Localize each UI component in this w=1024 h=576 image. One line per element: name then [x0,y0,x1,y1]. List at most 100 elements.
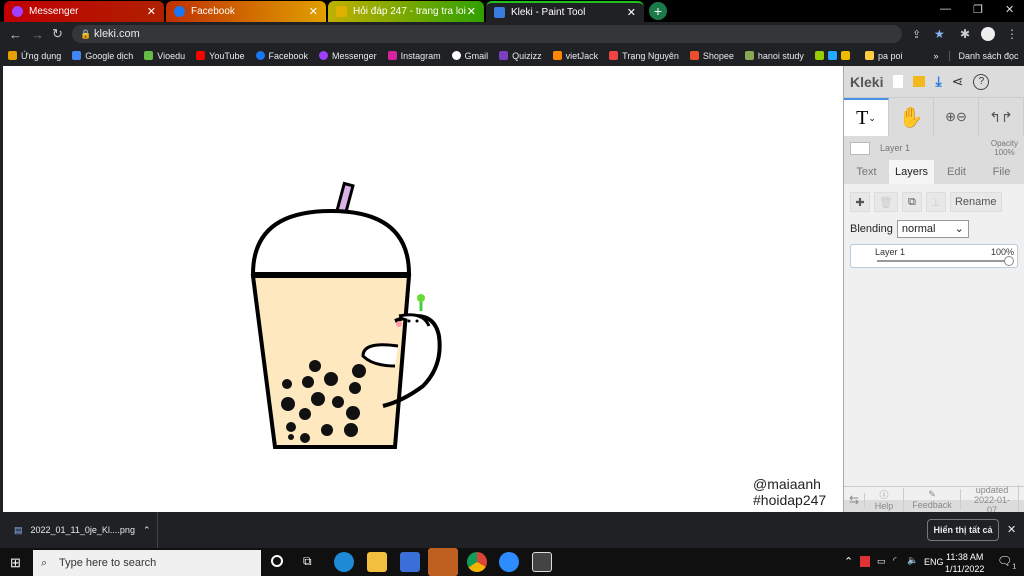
close-icon[interactable]: ✕ [627,6,636,19]
tab-title: Facebook [191,6,235,17]
bookmark[interactable]: vietJack [552,51,598,61]
tab-messenger[interactable]: Messenger ✕ [4,1,164,22]
menu-icon[interactable]: ⋮ [1006,27,1018,41]
new-tab-button[interactable]: + [649,2,667,20]
wifi-icon[interactable]: ◜ [893,555,897,566]
battery-icon[interactable]: ▭ [877,556,886,567]
open-folder-icon[interactable] [913,76,926,87]
bookmark-apps[interactable]: Ứng dụng [8,51,61,61]
delete-layer-button[interactable]: 🗑 [874,192,898,212]
download-item[interactable]: ▤ 2022_01_11_0je_Kl....png ⌃ [0,512,158,548]
bookmark[interactable]: Shopee [689,51,734,61]
tab-text[interactable]: Text [844,160,889,184]
hand-tool[interactable]: ✋ [889,98,934,136]
tab-layers[interactable]: Layers [889,160,934,184]
bookmark[interactable]: Instagram [387,51,441,61]
close-icon[interactable]: ✕ [147,5,156,18]
feedback-link[interactable]: ✎ Feedback [904,489,961,510]
bookmark[interactable]: Quizizz [499,51,542,61]
panel-tabs: Text Layers Edit File [844,160,1024,184]
help-icon[interactable]: ? [973,73,990,90]
tray-chevron-icon[interactable]: ⌃ [844,555,853,568]
language-indicator[interactable]: ENG [924,557,944,567]
duplicate-layer-button[interactable]: ⧉ [901,192,922,212]
share-icon[interactable]: ⇪ [912,28,921,41]
zalo-icon[interactable] [428,548,458,576]
bookmark[interactable]: YouTube [196,51,245,61]
taskbar: ⊞ ⌕ Type here to search ⧉ ⌃ ▭ ◜ 🔈 ENG 11:… [0,548,1024,576]
tab-hoidap[interactable]: Hỏi đáp 247 - trang tra loi ✕ [328,1,484,22]
cortana-icon[interactable] [271,555,283,567]
bookmark[interactable]: Gmail [451,51,488,61]
layer-thumbnail [850,141,870,155]
close-download-bar[interactable]: ✕ [1007,523,1016,536]
file-icon: ▤ [14,524,23,535]
merge-layer-button[interactable]: ⊥ [925,192,946,212]
close-window-button[interactable]: ✕ [1005,3,1014,16]
file-explorer-icon[interactable] [367,552,387,572]
tab-facebook[interactable]: Facebook ✕ [166,1,326,22]
taskbar-search[interactable]: ⌕ Type here to search [33,550,261,576]
bookmark[interactable]: Messenger [319,51,377,61]
blending-select[interactable]: normal ⌄ [896,220,969,238]
layer-opacity-slider[interactable] [877,260,1009,262]
bookmark[interactable]: Trạng Nguyên [609,51,679,61]
store-icon[interactable] [400,552,420,572]
lock-icon: 🔒 [80,29,92,39]
bookmark-icons[interactable] [814,51,854,61]
forward-icon[interactable]: → [31,27,44,42]
edge-icon[interactable] [334,552,354,572]
rename-button[interactable]: Rename [949,192,1002,212]
tab-file[interactable]: File [979,160,1024,184]
tab-kleki[interactable]: Kleki - Paint Tool ✕ [486,1,644,22]
clock[interactable]: 11:38 AM 1/11/2022 [945,551,984,575]
tab-edit[interactable]: Edit [934,160,979,184]
reload-icon[interactable]: ↻ [52,26,63,42]
maximize-button[interactable]: ❐ [973,3,983,16]
back-icon[interactable]: ← [9,27,22,42]
help-link[interactable]: ⓘ Help [865,488,904,511]
chrome-icon[interactable] [467,552,487,572]
star-icon[interactable]: ★ [934,27,945,41]
url-input[interactable]: 🔒 kleki.com [72,25,902,43]
undo-redo-buttons[interactable]: ↰↱ [979,98,1024,136]
bookmark[interactable]: Google dịch [72,51,133,61]
bookmark[interactable]: pa poi [864,51,902,61]
extensions-icon[interactable]: ✱ [960,27,970,41]
download-icon[interactable]: ⤓ [935,73,941,90]
current-layer-row: Layer 1 Opacity 100% [844,136,1024,160]
photos-icon[interactable] [532,552,552,572]
close-icon[interactable]: ✕ [309,5,318,18]
show-all-button[interactable]: Hiển thị tất cả [927,519,999,541]
zoom-buttons[interactable]: ⊕⊖ [934,98,979,136]
text-tool[interactable]: T ⌄ [844,98,889,136]
drawing-canvas[interactable]: @maiaanh #hoidap247 [0,66,843,512]
swap-side-icon[interactable]: ⇆ [844,492,866,507]
hoidap-icon [336,6,347,17]
vietjack-icon [552,51,562,60]
volume-icon[interactable]: 🔈 [907,555,918,566]
bookmark[interactable]: hanoi study [744,51,804,61]
share-icon[interactable]: ⋖ [952,73,964,90]
task-view-icon[interactable]: ⧉ [303,554,312,569]
more-bookmarks[interactable]: » [933,51,938,61]
slider-handle[interactable] [1004,256,1014,266]
vietkey-icon[interactable] [860,556,870,567]
windows-start-icon[interactable]: ⊞ [10,555,21,571]
layer-item-name: Layer 1 [875,247,906,257]
close-icon[interactable]: ✕ [467,5,476,18]
minimize-button[interactable]: — [940,3,951,15]
profile-avatar[interactable] [981,27,995,41]
notification-icon[interactable]: 🗨1 [997,554,1016,570]
zoom-icon[interactable] [499,552,519,572]
add-layer-button[interactable]: ✚ [850,192,870,212]
reading-list[interactable]: Danh sách đọc [949,51,1019,61]
shopee-icon [689,51,699,60]
layer-item[interactable]: Layer 1 100% [850,244,1018,268]
new-image-icon[interactable] [893,75,904,88]
kleki-icon [494,7,505,18]
boba-drawing [250,181,442,449]
bookmark[interactable]: Vioedu [144,51,185,61]
signature-text: @maiaanh #hoidap247 [753,476,827,508]
bookmark[interactable]: Facebook [255,51,308,61]
